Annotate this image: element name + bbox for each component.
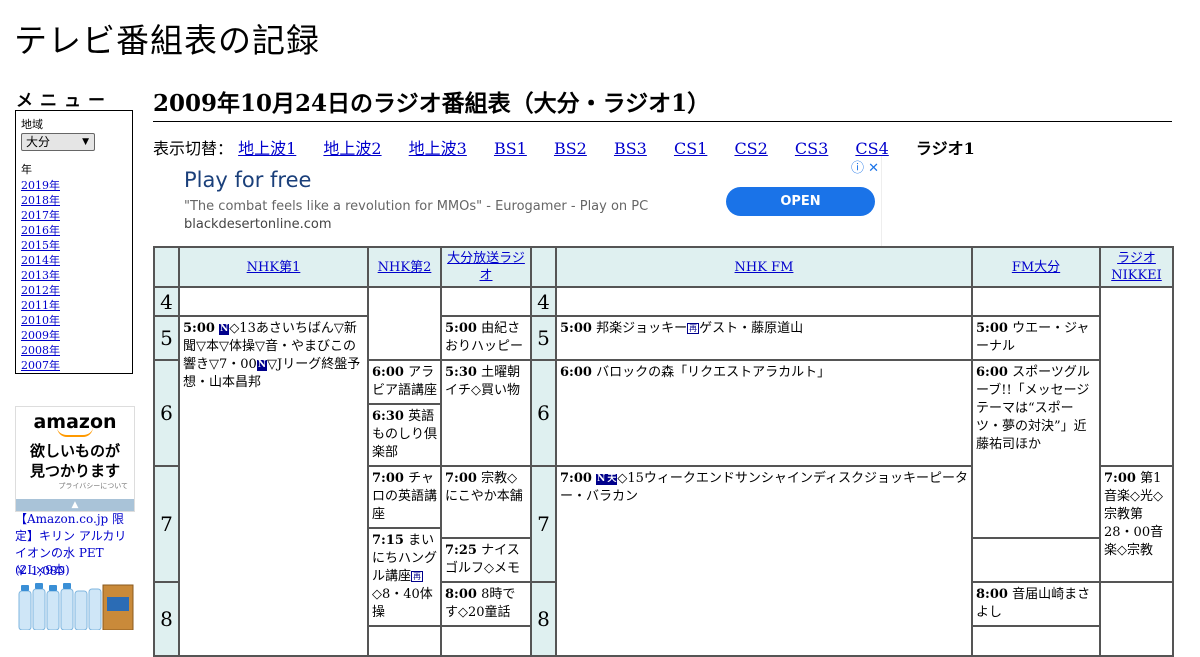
program-cell[interactable]: 7:25 ナイスゴルフ◇メモ bbox=[440, 537, 532, 583]
news-badge-icon: N bbox=[219, 324, 230, 335]
ad-description: "The combat feels like a revolution for … bbox=[184, 199, 649, 214]
hour-cell: 5 bbox=[153, 315, 180, 361]
amazon-product-price[interactable]: ￥ 1,080 bbox=[15, 562, 65, 579]
channel-link-fmoita[interactable]: FM大分 bbox=[1012, 260, 1060, 275]
empty-cell bbox=[555, 286, 973, 317]
weather-badge-icon: 天 bbox=[606, 474, 618, 485]
program-cell[interactable]: 7:00 宗教◇にこやか本舗 bbox=[440, 465, 532, 539]
year-link-2008[interactable]: 2008年 bbox=[21, 343, 127, 358]
region-select-value: 大分 bbox=[26, 135, 51, 149]
menu-heading: メニュー bbox=[16, 91, 112, 111]
year-link-2019[interactable]: 2019年 bbox=[21, 178, 127, 193]
empty-cell bbox=[1099, 286, 1174, 467]
page-title: 2009年10月24日のラジオ番組表（大分・ラジオ1） bbox=[153, 84, 1172, 122]
ad-title[interactable]: Play for free bbox=[184, 168, 311, 192]
site-title: テレビ番組表の記録 bbox=[14, 21, 320, 60]
region-select[interactable]: 大分 ▼ bbox=[21, 133, 95, 151]
hour-cell: 8 bbox=[530, 581, 557, 657]
program-cell[interactable]: 6:00 スポーツグルーブ!!「メッセージテーマは“スポーツ・夢の対決”」近藤祐… bbox=[971, 359, 1101, 539]
program-cell[interactable]: 7:00 チャロの英語講座 bbox=[367, 465, 442, 529]
hour-cell: 4 bbox=[153, 286, 180, 317]
dropdown-arrow-icon: ▼ bbox=[82, 137, 89, 147]
program-cell[interactable]: 5:00 N◇13あさいちばん▽新聞▽本▽体操▽音・やまびこの響き▽7・00N▽… bbox=[178, 315, 369, 657]
channel-link-nhk2[interactable]: NHK第2 bbox=[378, 260, 432, 275]
news-badge-icon: N bbox=[256, 360, 268, 371]
empty-cell bbox=[367, 286, 442, 361]
rebroadcast-badge-icon: 再 bbox=[411, 571, 424, 582]
region-label: 地域 bbox=[21, 118, 43, 131]
program-cell[interactable]: 5:00 由紀さおりハッピー bbox=[440, 315, 532, 361]
year-link-2014[interactable]: 2014年 bbox=[21, 253, 127, 268]
program-cell[interactable]: 7:15 まいにちハングル講座 再◇8・40体操 bbox=[367, 527, 442, 627]
empty-cell bbox=[440, 286, 532, 317]
program-cell[interactable]: 5:30 土曜朝イチ◇買い物 bbox=[440, 359, 532, 467]
ad-open-button[interactable]: OPEN bbox=[726, 187, 875, 216]
channel-header-nhk2: NHK第2 bbox=[367, 246, 442, 288]
product-image[interactable] bbox=[15, 583, 135, 630]
year-link-2013[interactable]: 2013年 bbox=[21, 268, 127, 283]
program-cell[interactable]: 8:00 音届山崎まさよし bbox=[971, 581, 1101, 627]
year-link-2018[interactable]: 2018年 bbox=[21, 193, 127, 208]
year-link-2012[interactable]: 2012年 bbox=[21, 283, 127, 298]
hour-cell: 6 bbox=[530, 359, 557, 467]
banner-ad[interactable]: ⓘ ✕ Play for free "The combat feels like… bbox=[153, 156, 882, 246]
year-link-2007[interactable]: 2007年 bbox=[21, 358, 127, 373]
program-cell[interactable]: 6:00 アラビア語講座 bbox=[367, 359, 442, 405]
channel-header-nhkfm: NHK FM bbox=[555, 246, 973, 288]
empty-cell bbox=[178, 286, 369, 317]
menu-box: 地域 大分 ▼ 年 2019年 2018年 2017年 2016年 2015年 … bbox=[15, 110, 133, 374]
year-link-2016[interactable]: 2016年 bbox=[21, 223, 127, 238]
program-cell[interactable]: 7:00 N 天◇15ウィークエンドサンシャインディスクジョッキーピーター・バラカ… bbox=[555, 465, 973, 657]
hour-cell: 6 bbox=[153, 359, 180, 467]
radio-schedule-table: NHK第1 NHK第2 大分放送ラジオ NHK FM FM大分 ラジオNIKKE… bbox=[153, 246, 1174, 657]
channel-header-obs: 大分放送ラジオ bbox=[440, 246, 532, 288]
channel-link-nikkei[interactable]: ラジオNIKKEI bbox=[1111, 251, 1162, 283]
year-link-2010[interactable]: 2010年 bbox=[21, 313, 127, 328]
ad-info-close-icon[interactable]: ⓘ ✕ bbox=[851, 157, 879, 176]
year-label: 年 bbox=[21, 163, 32, 176]
channel-header-nikkei: ラジオNIKKEI bbox=[1099, 246, 1174, 288]
rebroadcast-badge-icon: 再 bbox=[687, 323, 700, 334]
amazon-tagline: 欲しいものが 見つかります bbox=[29, 442, 120, 480]
amazon-ad[interactable]: amazon 欲しいものが 見つかります プライバシーについて ▲ bbox=[15, 406, 135, 512]
hour-cell: 7 bbox=[153, 465, 180, 583]
hour-cell: 7 bbox=[530, 465, 557, 583]
channel-header-fmoita: FM大分 bbox=[971, 246, 1101, 288]
channel-link-obs[interactable]: 大分放送ラジオ bbox=[447, 251, 525, 283]
empty-cell bbox=[1099, 581, 1174, 657]
hour-header-left bbox=[153, 246, 180, 288]
program-cell[interactable]: 6:30 英語ものしり倶楽部 bbox=[367, 403, 442, 467]
program-cell[interactable]: 7:00 第1音楽◇光◇宗教第28・00音楽◇宗教 bbox=[1099, 465, 1174, 583]
year-link-2009[interactable]: 2009年 bbox=[21, 328, 127, 343]
news-badge-icon: N bbox=[596, 474, 607, 485]
year-link-2017[interactable]: 2017年 bbox=[21, 208, 127, 223]
empty-cell bbox=[971, 286, 1101, 317]
hour-cell: 4 bbox=[530, 286, 557, 317]
program-cell[interactable]: 5:00 邦楽ジョッキー再ゲスト・藤原道山 bbox=[555, 315, 973, 361]
program-cell[interactable] bbox=[440, 625, 532, 657]
hour-cell: 5 bbox=[530, 315, 557, 361]
hour-cell: 8 bbox=[153, 581, 180, 657]
program-cell[interactable]: 5:00 ウエー・ジャーナル bbox=[971, 315, 1101, 361]
ad-url[interactable]: blackdesertonline.com bbox=[184, 217, 332, 232]
program-cell[interactable] bbox=[367, 625, 442, 657]
channel-link-nhk1[interactable]: NHK第1 bbox=[247, 260, 301, 275]
program-cell[interactable]: 8:00 8時です◇20童話 bbox=[440, 581, 532, 627]
channel-link-nhkfm[interactable]: NHK FM bbox=[735, 260, 794, 275]
year-link-2015[interactable]: 2015年 bbox=[21, 238, 127, 253]
switch-current-radio1: ラジオ1 bbox=[915, 139, 975, 158]
chevron-up-icon[interactable]: ▲ bbox=[16, 499, 134, 511]
program-cell[interactable]: 6:00 バロックの森「リクエストアラカルト」 bbox=[555, 359, 973, 467]
amazon-logo: amazon bbox=[33, 411, 117, 433]
hour-header-middle bbox=[530, 246, 557, 288]
amazon-privacy-link[interactable]: プライバシーについて bbox=[16, 481, 134, 491]
year-link-2011[interactable]: 2011年 bbox=[21, 298, 127, 313]
channel-header-nhk1: NHK第1 bbox=[178, 246, 369, 288]
program-cell[interactable] bbox=[971, 625, 1101, 657]
